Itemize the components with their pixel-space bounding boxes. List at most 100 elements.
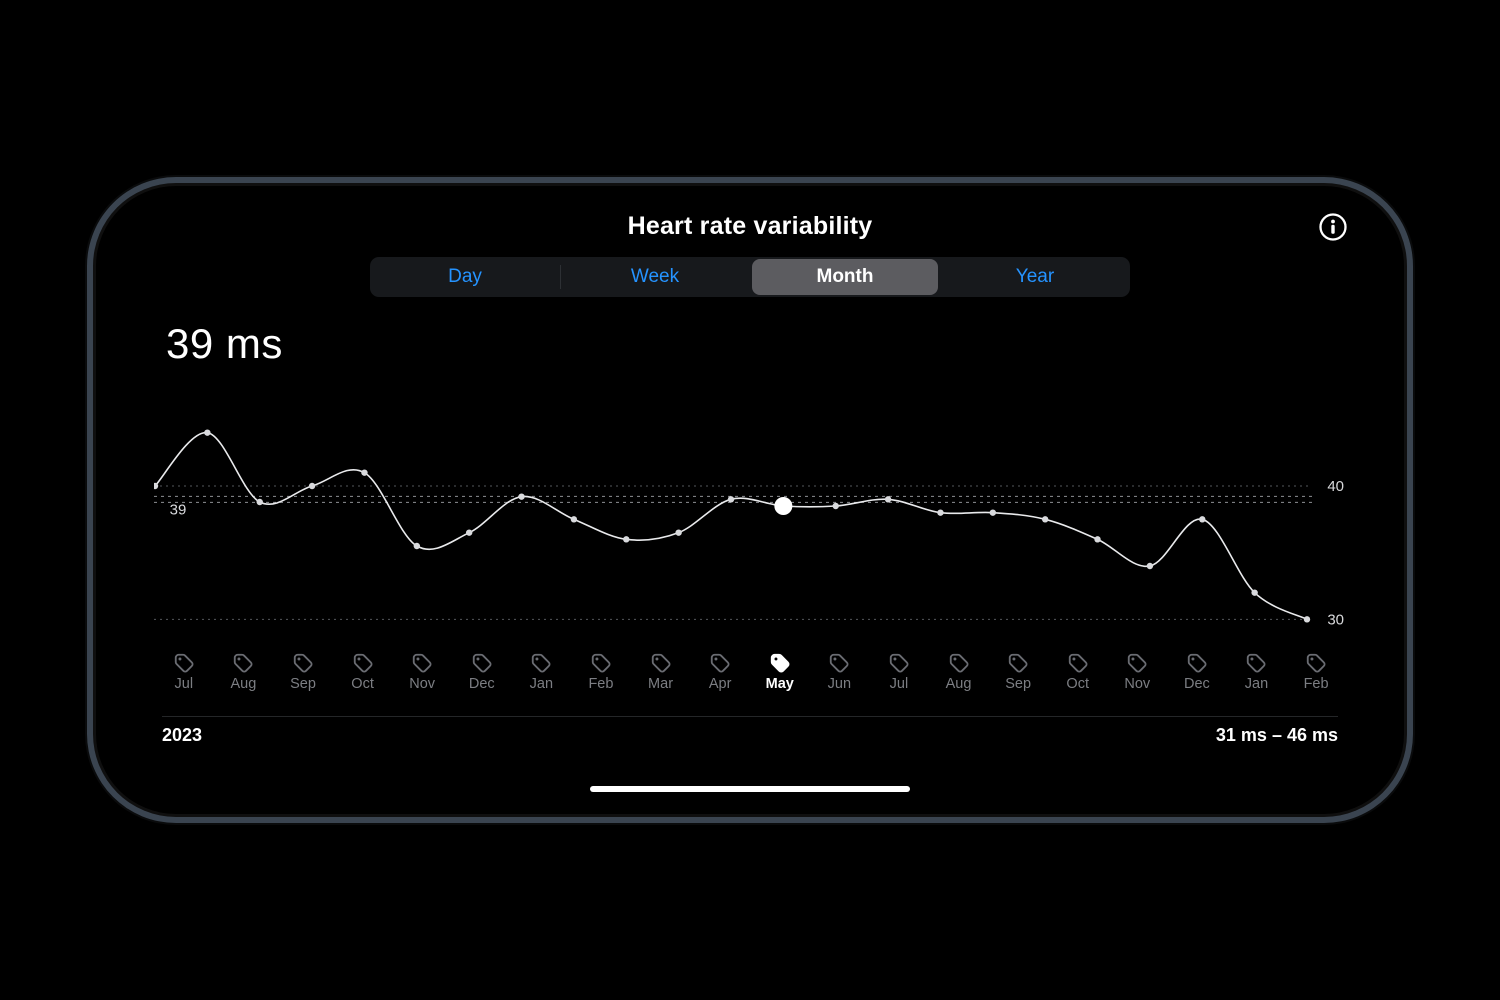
data-point [361,469,367,475]
x-axis-label: Jul [175,676,194,692]
phone-frame: Heart rate variability DayWeekMonthYear … [96,186,1404,814]
x-axis-label: Aug [230,676,256,692]
data-point [885,496,891,502]
tag-icon [769,652,791,674]
x-axis-label: Jan [1245,676,1268,692]
data-point [1094,536,1100,542]
x-axis-label: Jun [828,676,851,692]
chart-x-axis: Jul Aug Sep Oct Nov Dec Jan Feb Mar Apr May Jun Jul A… [154,652,1346,704]
data-point [1251,589,1257,595]
data-point [414,543,420,549]
segment-label: Month [817,266,874,288]
x-axis-item[interactable]: Jul [869,652,929,704]
data-point [204,429,210,435]
page-title: Heart rate variability [106,212,1394,241]
data-point [257,499,263,505]
segment-label: Week [631,266,679,288]
segment-month[interactable]: Month [750,257,940,297]
x-axis-item[interactable]: Feb [1286,652,1346,704]
x-axis-item[interactable]: Jan [1227,652,1287,704]
tag-icon [232,652,254,674]
data-point [1042,516,1048,522]
selected-data-point[interactable] [774,497,792,515]
current-value: 39 ms [166,320,283,368]
x-axis-label: Jan [530,676,553,692]
hrv-line-chart[interactable]: 403039 [154,406,1346,646]
data-point [937,509,943,515]
x-axis-item[interactable]: Jun [810,652,870,704]
time-range-segmented-control[interactable]: Day Week Month Year [370,257,1130,297]
x-axis-label: Dec [1184,676,1210,692]
tag-icon [292,652,314,674]
y-tick-label: 40 [1327,478,1344,495]
data-point [571,516,577,522]
tag-icon [1245,652,1267,674]
footer-range: 31 ms – 46 ms [1216,725,1338,746]
x-axis-item[interactable]: Jul [154,652,214,704]
tag-icon [1126,652,1148,674]
x-axis-label: Nov [409,676,435,692]
info-icon [1318,212,1348,242]
data-point [309,483,315,489]
data-point [1199,516,1205,522]
x-axis-item[interactable]: Dec [1167,652,1227,704]
home-indicator[interactable] [590,786,910,792]
tag-icon [530,652,552,674]
tag-icon [1067,652,1089,674]
data-point [518,493,524,499]
x-axis-label: Sep [290,676,316,692]
data-point [1304,616,1310,622]
tag-icon [888,652,910,674]
x-axis-label: Feb [1304,676,1329,692]
x-axis-item[interactable]: Apr [690,652,750,704]
x-axis-item[interactable]: Dec [452,652,512,704]
x-axis-item[interactable]: Jan [512,652,572,704]
segment-label: Year [1016,266,1054,288]
y-tick-label: 30 [1327,611,1344,628]
tag-icon [1186,652,1208,674]
x-axis-label: Apr [709,676,732,692]
tag-icon [1007,652,1029,674]
segment-year[interactable]: Year [940,257,1130,297]
tag-icon [948,652,970,674]
x-axis-label: Dec [469,676,495,692]
x-axis-item[interactable]: Sep [273,652,333,704]
tag-icon [709,652,731,674]
x-axis-item[interactable]: Aug [929,652,989,704]
x-axis-item[interactable]: May [750,652,810,704]
x-axis-label: Jul [890,676,909,692]
x-axis-label: Aug [946,676,972,692]
x-axis-label: Sep [1005,676,1031,692]
x-axis-item[interactable]: Oct [333,652,393,704]
x-axis-item[interactable]: Feb [571,652,631,704]
x-axis-item[interactable]: Sep [988,652,1048,704]
chart-footer: 2023 31 ms – 46 ms [162,716,1338,746]
tag-icon [173,652,195,674]
x-axis-item[interactable]: Aug [214,652,274,704]
data-point [1147,563,1153,569]
x-axis-item[interactable]: Mar [631,652,691,704]
tag-icon [411,652,433,674]
info-button[interactable] [1318,212,1348,242]
footer-year: 2023 [162,725,202,746]
x-axis-label: Oct [1066,676,1089,692]
x-axis-item[interactable]: Nov [392,652,452,704]
x-axis-label: Feb [588,676,613,692]
x-axis-label: May [766,676,794,692]
x-axis-item[interactable]: Oct [1048,652,1108,704]
data-point [466,529,472,535]
phone-screen: Heart rate variability DayWeekMonthYear … [106,196,1394,804]
x-axis-label: Nov [1124,676,1150,692]
data-point [728,496,734,502]
tag-icon [1305,652,1327,674]
segment-week[interactable]: Week [560,257,750,297]
x-axis-label: Oct [351,676,374,692]
data-point [623,536,629,542]
tag-icon [352,652,374,674]
x-axis-label: Mar [648,676,673,692]
segment-day[interactable]: Day [370,257,560,297]
data-point [990,509,996,515]
x-axis-item[interactable]: Nov [1108,652,1168,704]
data-point [675,529,681,535]
data-point [833,503,839,509]
